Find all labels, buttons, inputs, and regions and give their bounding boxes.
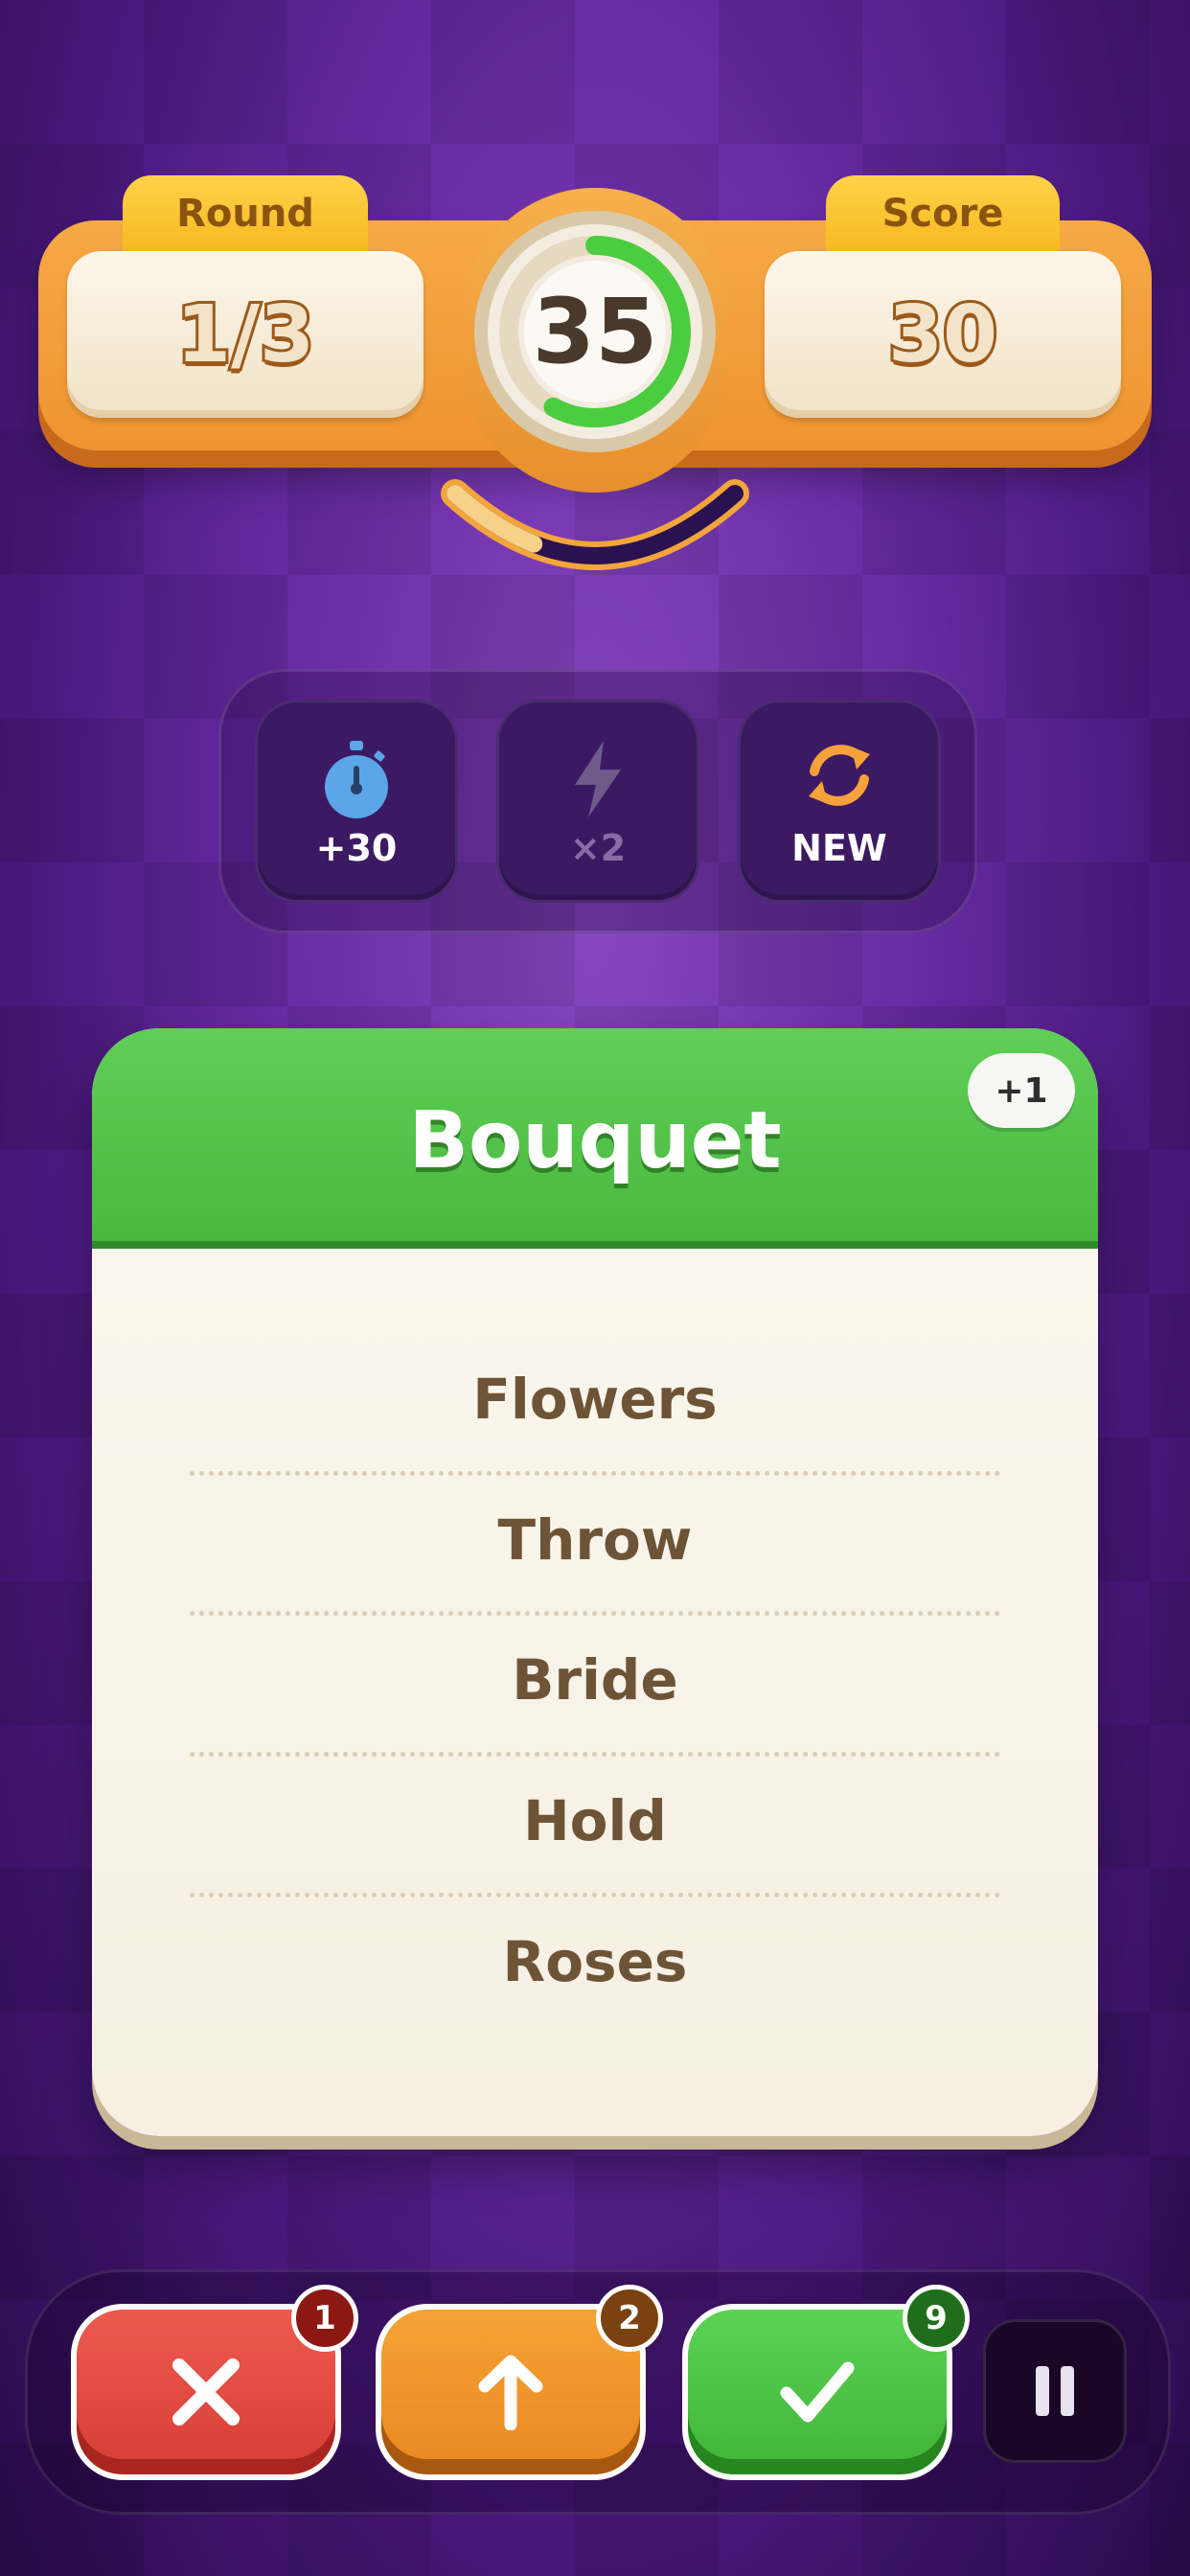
round-value: 1/3 (67, 251, 423, 418)
time-bonus-meter (441, 479, 749, 570)
stopwatch-icon (325, 741, 388, 818)
divider (190, 1611, 1000, 1616)
timer-value: 35 (532, 279, 658, 384)
powerup-label: ×2 (569, 827, 627, 869)
card-title: Bouquet (408, 1095, 782, 1186)
powerup-label: +30 (315, 827, 398, 869)
correct-count-badge: 9 (903, 2285, 970, 2352)
round-label: Round (123, 175, 368, 252)
taboo-word: Bride (512, 1647, 678, 1713)
score-label: Score (826, 175, 1060, 252)
lightning-icon (575, 741, 621, 817)
pause-icon (1036, 2366, 1074, 2416)
arrow-up-icon (478, 2355, 543, 2430)
divider (190, 1893, 1000, 1898)
taboo-card: Bouquet +1 Flowers Throw Bride Hold Rose… (92, 1028, 1098, 2136)
close-icon (172, 2358, 240, 2426)
powerup-double-points[interactable]: ×2 (496, 700, 699, 903)
powerup-label: NEW (791, 827, 887, 869)
pause-button[interactable] (983, 2319, 1127, 2463)
bonus-badge: +1 (968, 1053, 1075, 1128)
checkmark-icon (780, 2361, 855, 2423)
pass-count-badge: 2 (596, 2285, 663, 2352)
taboo-word: Roses (502, 1929, 688, 1994)
powerup-new-card[interactable]: NEW (738, 700, 941, 903)
score-value: 30 (765, 251, 1121, 418)
taboo-word: Hold (523, 1788, 667, 1853)
powerup-extra-time[interactable]: +30 (255, 700, 458, 903)
skip-count-badge: 1 (291, 2285, 358, 2352)
divider (190, 1752, 1000, 1757)
card-header: Bouquet +1 (92, 1028, 1098, 1249)
taboo-word: Throw (497, 1507, 693, 1573)
refresh-icon (809, 745, 870, 806)
divider (190, 1471, 1000, 1476)
taboo-word: Flowers (472, 1367, 718, 1432)
